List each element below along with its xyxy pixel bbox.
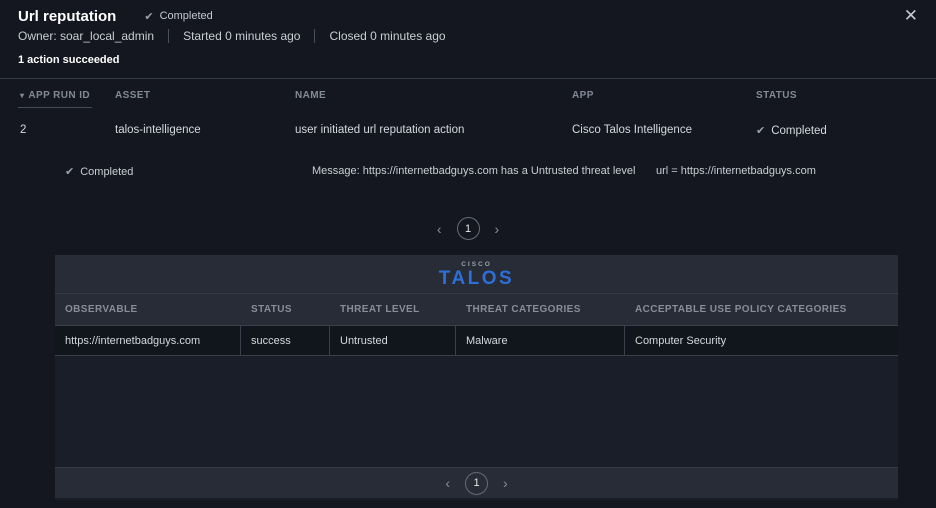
widget-table-row: https://internetbadguys.com success Untr… bbox=[55, 325, 898, 356]
owner-label: Owner: soar_local_admin bbox=[18, 29, 154, 43]
modal-header: Url reputation ✔ Completed ✕ bbox=[18, 5, 918, 27]
detail-parameter: url = https://internetbadguys.com bbox=[656, 165, 816, 177]
meta-divider bbox=[168, 29, 169, 43]
page-number-button[interactable]: 1 bbox=[457, 217, 480, 240]
column-header-app-run-id[interactable]: ▾APP RUN ID bbox=[20, 90, 115, 101]
page-title: Url reputation bbox=[18, 8, 116, 25]
talos-result-widget: CISCO TALOS OBSERVABLE STATUS THREAT LEV… bbox=[55, 255, 898, 500]
column-header-status[interactable]: STATUS bbox=[756, 90, 936, 101]
closed-label: Closed 0 minutes ago bbox=[329, 29, 445, 43]
actions-table: ▾APP RUN ID ASSET NAME APP STATUS 2 talo… bbox=[0, 79, 936, 193]
widget-pagination: ‹ 1 › bbox=[443, 472, 509, 495]
cell-threat-level: Untrusted bbox=[330, 326, 456, 355]
cisco-talos-logo: CISCO TALOS bbox=[55, 255, 898, 294]
started-label: Started 0 minutes ago bbox=[183, 29, 300, 43]
column-header-name[interactable]: NAME bbox=[295, 90, 572, 101]
cell-name: user initiated url reputation action bbox=[295, 124, 572, 136]
column-header-status: STATUS bbox=[241, 304, 330, 315]
cell-status: success bbox=[241, 326, 330, 355]
meta-row: Owner: soar_local_admin Started 0 minute… bbox=[18, 29, 446, 43]
cell-threat-categories: Malware bbox=[456, 326, 625, 355]
column-header-asset[interactable]: ASSET bbox=[115, 90, 295, 101]
actions-table-header: ▾APP RUN ID ASSET NAME APP STATUS bbox=[0, 79, 936, 111]
column-header-app[interactable]: APP bbox=[572, 90, 756, 101]
cell-observable: https://internetbadguys.com bbox=[55, 326, 241, 355]
status-badge: ✔ Completed bbox=[144, 10, 212, 23]
status-label: Completed bbox=[160, 10, 213, 22]
prev-page-icon[interactable]: ‹ bbox=[435, 222, 444, 236]
page-number-button[interactable]: 1 bbox=[465, 472, 488, 495]
cell-asset: talos-intelligence bbox=[115, 124, 295, 136]
check-icon: ✔ bbox=[65, 166, 74, 178]
column-header-aup-categories: ACCEPTABLE USE POLICY CATEGORIES bbox=[625, 304, 898, 315]
action-result-modal: Url reputation ✔ Completed ✕ Owner: soar… bbox=[0, 0, 936, 508]
next-page-icon[interactable]: › bbox=[493, 222, 502, 236]
results-pagination: ‹ 1 › bbox=[0, 217, 936, 240]
widget-footer: ‹ 1 › bbox=[55, 467, 898, 498]
widget-body-spacer bbox=[55, 356, 898, 467]
cell-app-run-id: 2 bbox=[20, 124, 115, 136]
result-detail-row: ✔Completed Message: https://internetbadg… bbox=[0, 145, 936, 193]
action-summary: 1 action succeeded bbox=[18, 54, 120, 66]
close-icon[interactable]: ✕ bbox=[904, 7, 918, 24]
cell-aup-categories: Computer Security bbox=[625, 326, 898, 355]
detail-message: Message: https://internetbadguys.com has… bbox=[312, 165, 635, 177]
widget-table-header: OBSERVABLE STATUS THREAT LEVEL THREAT CA… bbox=[55, 294, 898, 325]
meta-divider bbox=[314, 29, 315, 43]
prev-page-icon[interactable]: ‹ bbox=[443, 476, 452, 490]
column-header-threat-level: THREAT LEVEL bbox=[330, 304, 456, 315]
cell-app: Cisco Talos Intelligence bbox=[572, 124, 756, 136]
column-header-threat-categories: THREAT CATEGORIES bbox=[456, 304, 625, 315]
column-header-observable: OBSERVABLE bbox=[55, 304, 241, 315]
check-icon: ✔ bbox=[144, 10, 153, 23]
check-icon: ✔ bbox=[756, 125, 765, 137]
cell-status: ✔Completed bbox=[756, 124, 936, 137]
detail-status: ✔Completed bbox=[65, 165, 133, 178]
next-page-icon[interactable]: › bbox=[501, 476, 510, 490]
cisco-wordmark: CISCO bbox=[461, 261, 492, 268]
table-row[interactable]: 2 talos-intelligence user initiated url … bbox=[0, 115, 936, 145]
talos-wordmark: TALOS bbox=[439, 269, 514, 288]
sort-desc-icon: ▾ bbox=[20, 91, 24, 100]
